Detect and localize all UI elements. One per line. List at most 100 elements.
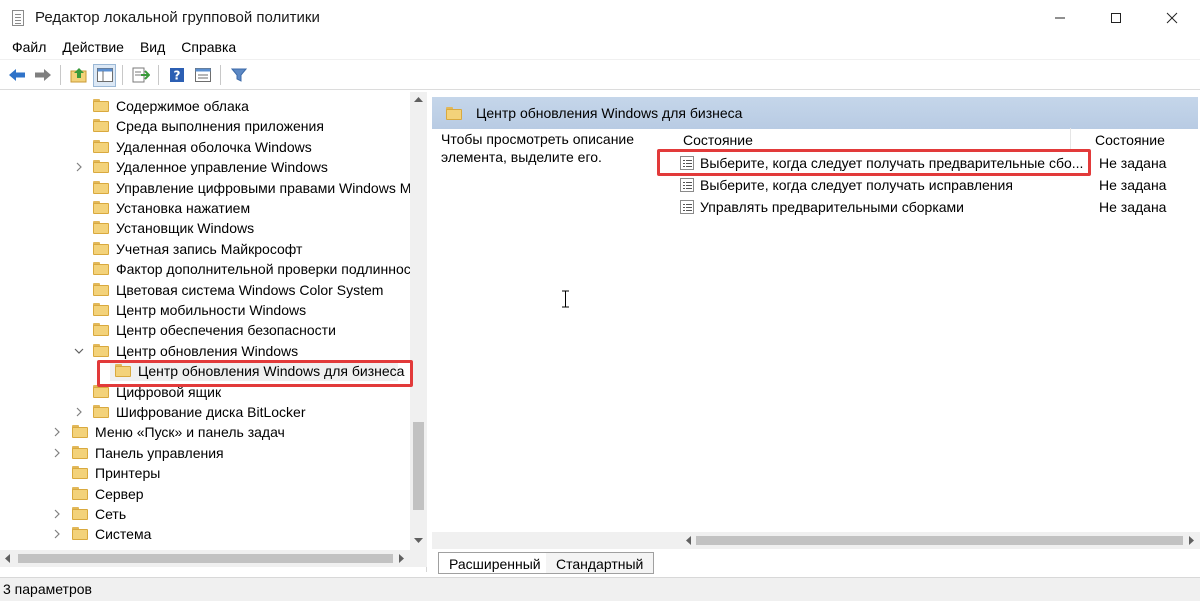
setting-row[interactable]: Выберите, когда следует получать предвар…	[680, 152, 1200, 173]
tree-item-label: Цифровой ящик	[116, 383, 222, 400]
tree-item-label: Центр обновления Windows	[116, 342, 299, 359]
policy-setting-icon	[680, 155, 694, 170]
tree-item-label: Фактор дополнительной проверки подлиннос…	[116, 261, 418, 278]
chevron-right-icon[interactable]	[52, 443, 62, 463]
scroll-up-icon[interactable]	[414, 97, 423, 103]
tree-item-label: Удаленная оболочка Windows	[116, 138, 312, 155]
tree-vertical-scrollbar[interactable]	[410, 92, 427, 550]
scroll-right-icon[interactable]	[1189, 536, 1195, 545]
tree-item[interactable]: Центр обновления Windows для бизнеса	[0, 361, 410, 382]
folder-icon	[72, 527, 88, 541]
menu-file[interactable]: Файл	[4, 35, 54, 59]
tree-item-label: Удаленное управление Windows	[116, 159, 328, 176]
tree-item[interactable]: Цифровой ящик	[0, 382, 410, 402]
folder-icon	[93, 323, 109, 337]
folder-icon	[93, 201, 109, 214]
export-list-button[interactable]	[129, 64, 152, 87]
column-header-state[interactable]: Состояние	[1095, 129, 1165, 151]
tree-item[interactable]: Меню «Пуск» и панель задач	[0, 422, 410, 442]
menu-help[interactable]: Справка	[173, 35, 244, 59]
minimize-icon	[1055, 17, 1065, 18]
chevron-right-icon[interactable]	[52, 422, 62, 442]
scroll-left-icon[interactable]	[5, 554, 11, 563]
details-horizontal-scrollbar[interactable]	[432, 532, 1200, 549]
folder-icon	[93, 180, 109, 194]
scroll-right-icon[interactable]	[399, 554, 405, 563]
tree-item[interactable]: Учетная запись Майкрософт	[0, 239, 410, 259]
tree-item-label: Управление цифровыми правами Windows Me	[116, 179, 420, 196]
tree-item[interactable]: Содержимое облака	[0, 96, 410, 116]
up-button[interactable]	[67, 64, 90, 87]
maximize-icon	[1111, 12, 1121, 23]
folder-icon	[72, 486, 88, 500]
tree-item[interactable]: Среда выполнения приложения	[0, 116, 410, 136]
tree-horizontal-scrollbar[interactable]	[0, 550, 427, 567]
scroll-thumb[interactable]	[696, 536, 1183, 545]
tree-item[interactable]: Установка нажатием	[0, 198, 410, 218]
chevron-right-icon[interactable]	[74, 402, 84, 422]
tree-item-label: Цветовая система Windows Color System	[116, 281, 384, 298]
menu-view[interactable]: Вид	[132, 35, 173, 59]
tree-item[interactable]: Фактор дополнительной проверки подлиннос…	[0, 259, 417, 279]
chevron-right-icon[interactable]	[74, 157, 84, 177]
setting-state: Не задана	[1099, 176, 1167, 193]
menu-bar: Файл Действие Вид Справка	[0, 35, 1200, 60]
maximize-button[interactable]	[1088, 0, 1144, 35]
close-button[interactable]	[1144, 0, 1200, 35]
tree-item[interactable]: Сеть	[0, 504, 410, 524]
tree-item[interactable]: Установщик Windows	[0, 218, 410, 238]
chevron-down-icon[interactable]	[74, 341, 84, 361]
tree-item-label: Среда выполнения приложения	[116, 118, 324, 135]
tree-item[interactable]: Управление цифровыми правами Windows Me	[0, 178, 419, 198]
tree-item[interactable]: Центр обновления Windows	[0, 341, 410, 361]
scroll-thumb[interactable]	[413, 422, 424, 510]
tree-item[interactable]: Центр обеспечения безопасности	[0, 320, 410, 340]
folder-icon	[72, 466, 88, 480]
scroll-thumb[interactable]	[18, 554, 393, 563]
status-text: 3 параметров	[3, 581, 92, 597]
filter-button[interactable]	[227, 64, 250, 87]
tree-item[interactable]: Сервер	[0, 484, 410, 504]
tree-item[interactable]: Цветовая система Windows Color System	[0, 280, 410, 300]
folder-icon	[446, 106, 462, 120]
setting-state: Не задана	[1099, 154, 1167, 171]
tree-item-label: Центр обновления Windows для бизнеса	[138, 363, 405, 380]
tree-item[interactable]: Панель управления	[0, 443, 410, 463]
tree-item[interactable]: Удаленная оболочка Windows	[0, 137, 410, 157]
back-arrow-icon	[8, 69, 25, 81]
close-icon	[1166, 12, 1178, 23]
tree-item[interactable]: Шифрование диска BitLocker	[0, 402, 410, 422]
window-title: Редактор локальной групповой политики	[35, 9, 320, 26]
chevron-right-icon[interactable]	[52, 524, 62, 544]
column-header-setting[interactable]: Состояние	[683, 129, 753, 151]
tree-item-label: Система	[95, 526, 152, 543]
export-list-icon	[132, 67, 150, 83]
properties-button[interactable]	[191, 64, 214, 87]
scroll-down-icon[interactable]	[414, 538, 423, 544]
chevron-right-icon[interactable]	[52, 504, 62, 524]
tree-item-label: Принтеры	[95, 465, 161, 482]
forward-button[interactable]	[31, 64, 54, 87]
tree-item[interactable]: Принтеры	[0, 463, 410, 483]
scroll-left-icon[interactable]	[686, 536, 692, 545]
folder-icon	[115, 364, 131, 378]
tab-extended[interactable]: Расширенный	[438, 552, 552, 574]
tree-item[interactable]: Удаленное управление Windows	[0, 157, 410, 177]
setting-name: Выберите, когда следует получать предвар…	[700, 154, 1084, 171]
help-button[interactable]: ?	[165, 64, 188, 87]
setting-row[interactable]: Выберите, когда следует получать исправл…	[680, 174, 1200, 195]
status-bar: 3 параметров	[0, 577, 1200, 601]
tab-standard[interactable]: Стандартный	[546, 552, 655, 574]
tree-item[interactable]: Система	[0, 524, 410, 544]
title-bar: Редактор локальной групповой политики	[0, 0, 1200, 35]
minimize-button[interactable]	[1032, 0, 1088, 35]
tree-item-label: Центр обеспечения безопасности	[116, 322, 336, 339]
menu-action[interactable]: Действие	[54, 35, 132, 59]
back-button[interactable]	[5, 64, 28, 87]
column-divider[interactable]	[1070, 128, 1071, 150]
show-hide-tree-button[interactable]	[93, 63, 116, 87]
folder-icon	[93, 99, 109, 112]
details-header-title: Центр обновления Windows для бизнеса	[476, 105, 743, 121]
setting-row[interactable]: Управлять предварительными сборками Не з…	[680, 196, 1200, 217]
tree-item[interactable]: Центр мобильности Windows	[0, 300, 410, 320]
